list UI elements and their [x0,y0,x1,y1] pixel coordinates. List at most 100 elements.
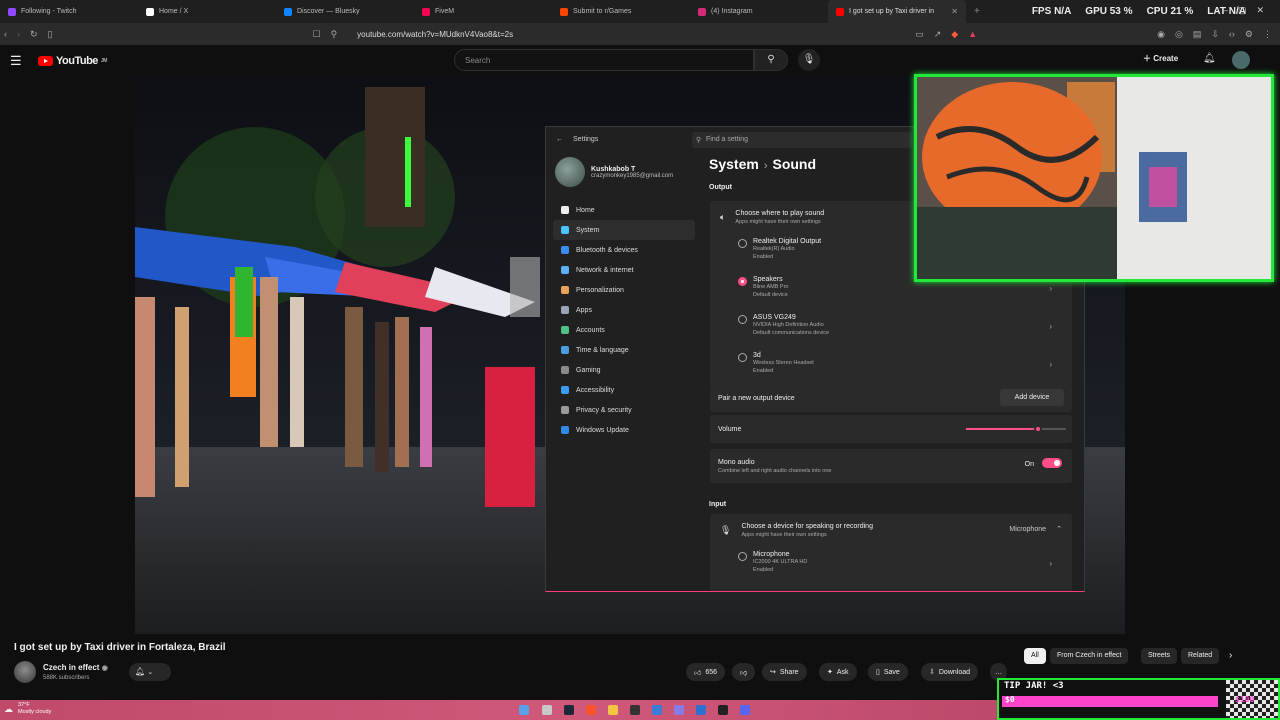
nav-item-accessibility[interactable]: Accessibility [553,380,695,400]
mono-audio-toggle[interactable] [1042,458,1062,468]
output-device-radio[interactable] [738,353,747,362]
chevron-right-icon[interactable]: › [1049,284,1052,293]
add-device-button[interactable]: Add device [1000,389,1064,406]
back-icon[interactable]: ‹ [4,29,7,39]
reload-icon[interactable]: ↻ [30,29,38,40]
task-view-icon[interactable] [542,705,552,715]
output-device-item[interactable]: ASUS VG249 NVIDIA High Definition Audio De… [710,309,1072,347]
weather-icon[interactable]: ☁ [4,704,13,715]
youtube-logo[interactable]: YouTube JM [38,55,107,67]
nav-item-system[interactable]: System [553,220,695,240]
menu-dots-icon[interactable]: ⋮ [1263,29,1272,40]
close-tab-icon[interactable]: ✕ [951,7,958,16]
nav-item-bluetooth-devices[interactable]: Bluetooth & devices [553,240,695,260]
cast-icon[interactable]: ▭ [915,29,924,40]
copilot-icon[interactable]: ◎ [1175,29,1183,40]
input-card-header[interactable]: 🎙︎ Choose a device for speaking or recor… [710,514,1072,546]
channel-avatar[interactable] [14,661,36,683]
ask-button[interactable]: ✦ Ask [819,663,857,681]
browser-tab[interactable]: I got set up by Taxi driver in ✕ [828,0,966,23]
share-button[interactable]: ↪ Share [762,663,807,681]
input-device-radio[interactable] [738,552,747,561]
download-button[interactable]: ⇩ Download [921,663,979,681]
find-setting-input[interactable]: ⚲ Find a setting [692,132,912,148]
volume-slider[interactable] [966,425,1066,433]
output-device-radio[interactable] [738,315,747,324]
url-field[interactable]: youtube.com/watch?v=MUdknV4Vao8&t=2s [357,30,513,39]
browser-tab[interactable]: Discover — Bluesky [276,0,414,23]
app-icon[interactable] [674,705,684,715]
user-avatar[interactable] [1232,51,1250,69]
user-profile[interactable]: Kushkabob T crazymonkey1985@gmail.com [555,157,673,187]
nav-item-apps[interactable]: Apps [553,300,695,320]
hamburger-menu-icon[interactable]: ☰ [10,53,26,69]
browser-tab[interactable]: Following - Twitch [0,0,138,23]
warning-extension-icon[interactable]: ▲ [968,29,977,40]
word-icon[interactable] [696,705,706,715]
volume-slider-thumb[interactable] [1034,425,1042,433]
chevron-up-icon[interactable]: ⌃ [1056,525,1062,533]
download-icon[interactable]: ⇩ [1211,29,1219,40]
browser-tab[interactable]: Submit to r/Games [552,0,690,23]
nav-item-accounts[interactable]: Accounts [553,320,695,340]
filter-chip[interactable]: Streets [1141,648,1178,664]
pair-device-label: Pair a new output device [718,394,795,402]
subscribe-bell-button[interactable]: 🔔︎ ⌄ [129,663,171,681]
filter-chip[interactable]: Related [1181,648,1220,664]
search-button[interactable]: ⚲ [754,49,788,71]
filter-chip[interactable]: All [1024,648,1046,664]
like-button[interactable]: 👍︎ 656 [686,663,726,681]
output-device-item[interactable]: 3d Wireless Stereo Headset Enabled › [710,347,1072,385]
voice-search-button[interactable]: 🎙︎ [798,49,820,71]
browser-tab[interactable]: FiveM [414,0,552,23]
nav-item-personalization[interactable]: Personalization [553,280,695,300]
devtools-icon[interactable]: ‹› [1229,29,1235,40]
filter-chip[interactable]: From Czech in effect [1050,648,1129,664]
obs-icon[interactable] [630,705,640,715]
nav-item-privacy-security[interactable]: Privacy & security [553,400,695,420]
nav-item-network-internet[interactable]: Network & internet [553,260,695,280]
input-device-microphone[interactable]: Microphone IC2000 4K ULTRA HD Enabled › [710,546,1072,584]
output-device-radio[interactable] [738,277,747,286]
back-arrow-icon[interactable]: ← [556,136,563,143]
notifications-bell-icon[interactable]: 🔔︎ [1203,53,1216,64]
search-input[interactable]: Search [454,49,754,71]
browser-tab[interactable]: Home / X [138,0,276,23]
save-button[interactable]: ▯ Save [868,663,908,681]
steam-icon[interactable] [564,705,574,715]
weather-widget[interactable]: 37°F Mostly cloudy [18,702,51,716]
output-device-radio[interactable] [738,239,747,248]
browser-tab[interactable]: (4) Instagram [690,0,828,23]
sidebar-toggle-icon[interactable]: ▯ [48,29,53,40]
extension-icon[interactable]: ◉ [1157,29,1165,40]
channel-name[interactable]: Czech in effect ◉ [43,663,108,672]
nav-item-gaming[interactable]: Gaming [553,360,695,380]
settings-icon[interactable]: ⚙ [1245,29,1253,40]
dislike-button[interactable]: 👎︎ [732,663,756,681]
file-explorer-icon[interactable] [608,705,618,715]
shield-extension-icon[interactable]: ◆ [951,29,958,40]
create-button[interactable]: ＋ Create [1143,53,1178,64]
brave-icon[interactable] [586,705,596,715]
site-info-icon[interactable]: ⚲ [331,29,338,40]
window-controls[interactable]: –▢✕ [1223,5,1274,16]
nav-item-home[interactable]: Home [553,200,695,220]
share-icon[interactable]: ↗ [934,29,942,40]
forward-icon[interactable]: › [17,29,20,39]
nav-item-time-language[interactable]: Time & language [553,340,695,360]
wallet-icon[interactable]: ▤ [1193,29,1202,40]
discord-icon[interactable] [740,705,750,715]
input-device-card: 🎙︎ Choose a device for speaking or recor… [710,514,1072,591]
start-icon[interactable] [519,705,529,715]
settings-app-icon[interactable] [652,705,662,715]
chevron-right-icon[interactable]: › [1049,322,1052,331]
output-device-status: Enabled [753,368,774,374]
chevron-right-icon[interactable]: › [1049,559,1052,568]
app-icon-2[interactable] [718,705,728,715]
chevron-right-icon[interactable]: › [1049,360,1052,369]
nav-item-windows-update[interactable]: Windows Update [553,420,695,440]
bookmark-icon[interactable]: ☐ [313,29,321,40]
breadcrumb-system[interactable]: System [709,156,759,172]
new-tab-button[interactable]: + [966,6,988,17]
chips-next-icon[interactable]: › [1229,650,1232,661]
